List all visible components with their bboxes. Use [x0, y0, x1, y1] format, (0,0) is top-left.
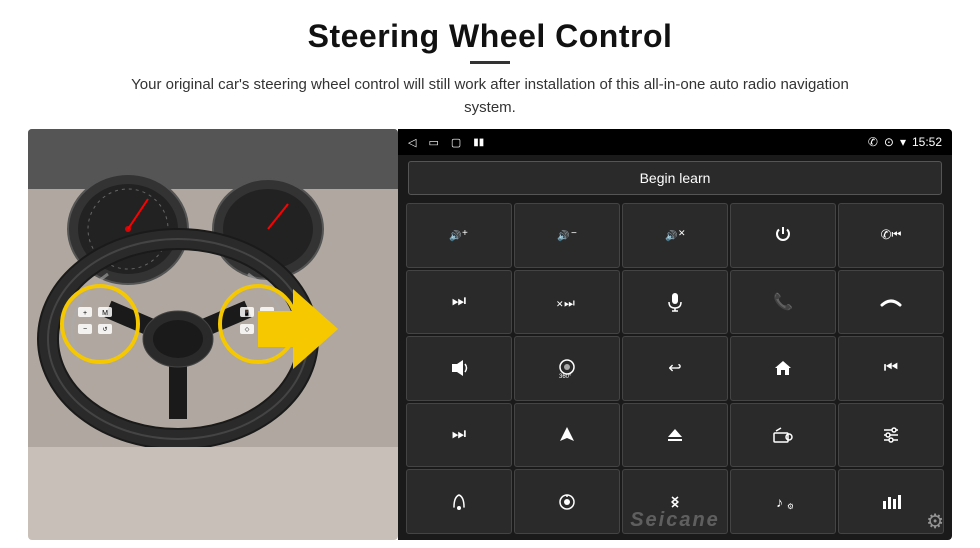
- vol-down-button[interactable]: 🔊−: [514, 203, 620, 268]
- nav-square-icon[interactable]: ▢: [451, 136, 461, 149]
- power-button[interactable]: [730, 203, 836, 268]
- svg-text:✕: ✕: [556, 299, 564, 309]
- bluetooth-button[interactable]: [622, 469, 728, 534]
- svg-text:↺: ↺: [102, 326, 107, 333]
- settings-knob-button[interactable]: [514, 469, 620, 534]
- page-subtitle: Your original car's steering wheel contr…: [110, 74, 870, 119]
- horn-button[interactable]: [406, 336, 512, 401]
- location-status-icon: ⊙: [884, 135, 894, 149]
- wifi-status-icon: ▾: [900, 135, 906, 149]
- status-bar-left: ◁ ▭ ▢ ▮▮: [408, 136, 484, 149]
- nav-home-icon[interactable]: ▭: [428, 136, 438, 149]
- header-section: Steering Wheel Control Your original car…: [0, 0, 980, 129]
- status-bar: ◁ ▭ ▢ ▮▮ ✆ ⊙ ▾ 15:52: [398, 129, 952, 155]
- page-wrapper: Steering Wheel Control Your original car…: [0, 0, 980, 548]
- voice-button[interactable]: [406, 469, 512, 534]
- begin-learn-button[interactable]: Begin learn: [408, 161, 942, 195]
- svg-text:🔊: 🔊: [665, 229, 677, 242]
- steering-wheel-image: + M − ↺ 📱 ◇ ◇ ◻: [28, 129, 398, 540]
- svg-text:+: +: [83, 310, 87, 317]
- vol-up-button[interactable]: 🔊+: [406, 203, 512, 268]
- svg-text:⏭: ⏭: [564, 296, 575, 310]
- content-section: + M − ↺ 📱 ◇ ◇ ◻: [0, 129, 980, 548]
- pause-next-button[interactable]: ✕ ⏭: [514, 270, 620, 335]
- prev-track-phone-button[interactable]: ✆ ⏮: [838, 203, 944, 268]
- mute-button[interactable]: 🔊✕: [622, 203, 728, 268]
- phone-status-icon: ✆: [868, 135, 878, 149]
- call-button[interactable]: 📞: [730, 270, 836, 335]
- svg-text:♪: ♪: [776, 494, 783, 510]
- skip-forward-button[interactable]: ⏭: [406, 270, 512, 335]
- battery-icon: ▮▮: [473, 137, 484, 148]
- status-bar-right: ✆ ⊙ ▾ 15:52: [868, 135, 942, 149]
- fast-forward-button[interactable]: ⏭: [406, 403, 512, 468]
- clock: 15:52: [912, 135, 942, 149]
- svg-text:−: −: [83, 326, 87, 333]
- begin-learn-row: Begin learn: [398, 155, 952, 201]
- svg-text:⚙: ⚙: [787, 502, 793, 511]
- svg-text:🔊: 🔊: [449, 229, 461, 242]
- eject-button[interactable]: [622, 403, 728, 468]
- settings-icon[interactable]: ⚙: [926, 509, 944, 534]
- equalizer-button[interactable]: [838, 403, 944, 468]
- mic-button[interactable]: [622, 270, 728, 335]
- home-button[interactable]: [730, 336, 836, 401]
- svg-text:+: +: [462, 228, 468, 239]
- svg-text:M: M: [102, 310, 108, 317]
- page-title: Steering Wheel Control: [60, 18, 920, 55]
- prev-prev-button[interactable]: ⏮: [838, 336, 944, 401]
- android-ui-panel: ◁ ▭ ▢ ▮▮ ✆ ⊙ ▾ 15:52 Begin learn: [398, 129, 952, 540]
- title-divider: [470, 61, 510, 64]
- control-grid: 🔊+ 🔊− 🔊✕ ✆ ⏮: [398, 201, 952, 540]
- music-settings-button[interactable]: ♪ ⚙: [730, 469, 836, 534]
- radio-button[interactable]: [730, 403, 836, 468]
- nav-back-icon[interactable]: ◁: [408, 136, 416, 149]
- svg-text:✕: ✕: [678, 228, 686, 238]
- end-call-button[interactable]: [838, 270, 944, 335]
- svg-text:◇: ◇: [245, 327, 250, 333]
- svg-text:360°: 360°: [559, 374, 572, 379]
- back-button[interactable]: ↩: [622, 336, 728, 401]
- svg-text:−: −: [571, 228, 577, 239]
- camera-360-button[interactable]: 360°: [514, 336, 620, 401]
- svg-text:📱: 📱: [243, 309, 250, 317]
- navigate-button[interactable]: [514, 403, 620, 468]
- svg-text:🔊: 🔊: [557, 229, 569, 242]
